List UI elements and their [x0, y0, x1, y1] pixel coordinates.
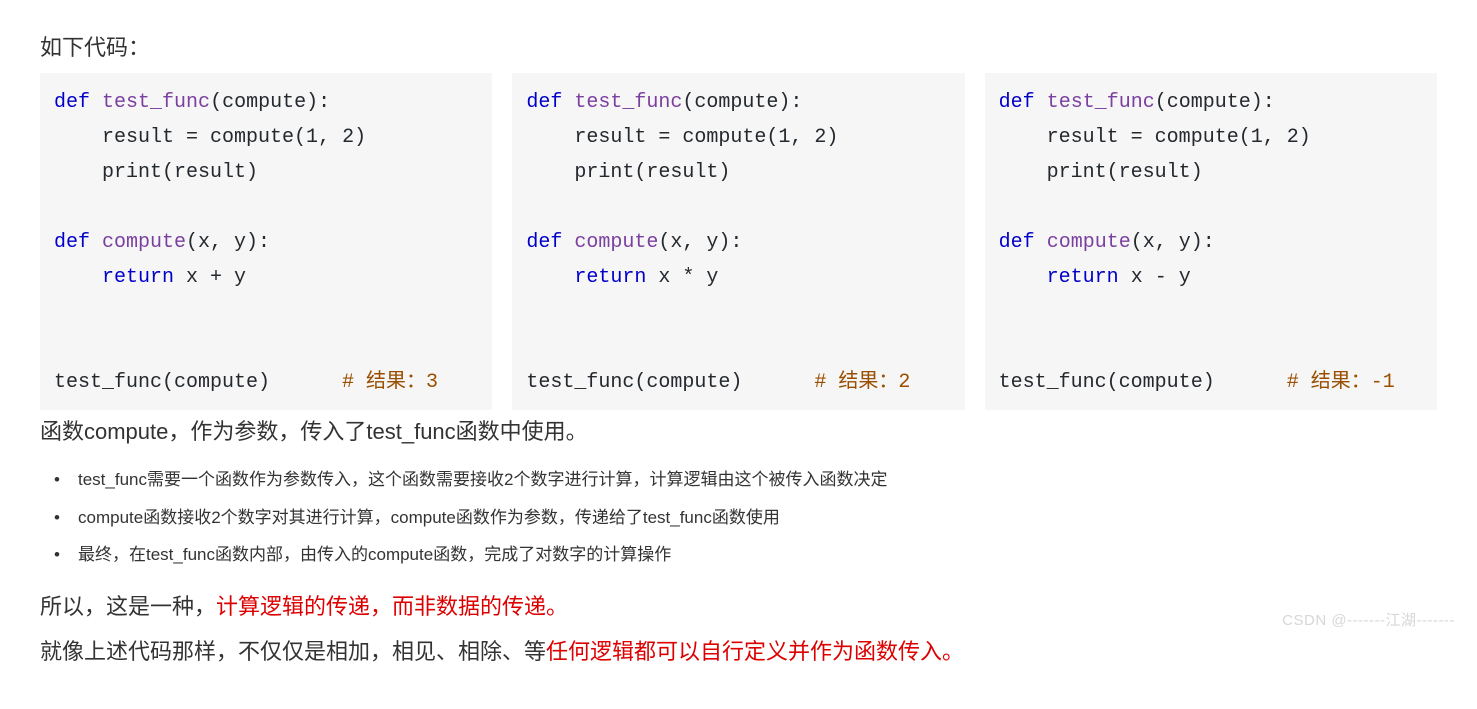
list-item: 最终，在test_func函数内部，由传入的compute函数，完成了对数字的计… — [40, 536, 1437, 573]
text-span: 所以，这是一种， — [40, 594, 216, 619]
highlight-text: 计算逻辑的传递，而非数据的传递。 — [216, 594, 568, 619]
list-item: compute函数接收2个数字对其进行计算，compute函数作为参数，传递给了… — [40, 499, 1437, 536]
paragraph-2: 所以，这是一种，计算逻辑的传递，而非数据的传递。 — [40, 589, 1437, 624]
text-span: 就像上述代码那样，不仅仅是相加，相见、相除、等 — [40, 639, 546, 664]
bullet-list: test_func需要一个函数作为参数传入，这个函数需要接收2个数字进行计算，计… — [40, 461, 1437, 573]
paragraph-3: 就像上述代码那样，不仅仅是相加，相见、相除、等任何逻辑都可以自行定义并作为函数传… — [40, 634, 1437, 669]
code-block-2: def test_func(compute): result = compute… — [512, 73, 964, 410]
code-row: def test_func(compute): result = compute… — [40, 73, 1437, 410]
highlight-text: 任何逻辑都可以自行定义并作为函数传入。 — [546, 639, 964, 664]
watermark: CSDN @-------江湖------- — [1282, 609, 1455, 633]
paragraph-1: 函数compute，作为参数，传入了test_func函数中使用。 — [40, 414, 1437, 449]
list-item: test_func需要一个函数作为参数传入，这个函数需要接收2个数字进行计算，计… — [40, 461, 1437, 498]
section-heading: 如下代码： — [40, 30, 1437, 65]
code-block-3: def test_func(compute): result = compute… — [985, 73, 1437, 410]
code-block-1: def test_func(compute): result = compute… — [40, 73, 492, 410]
